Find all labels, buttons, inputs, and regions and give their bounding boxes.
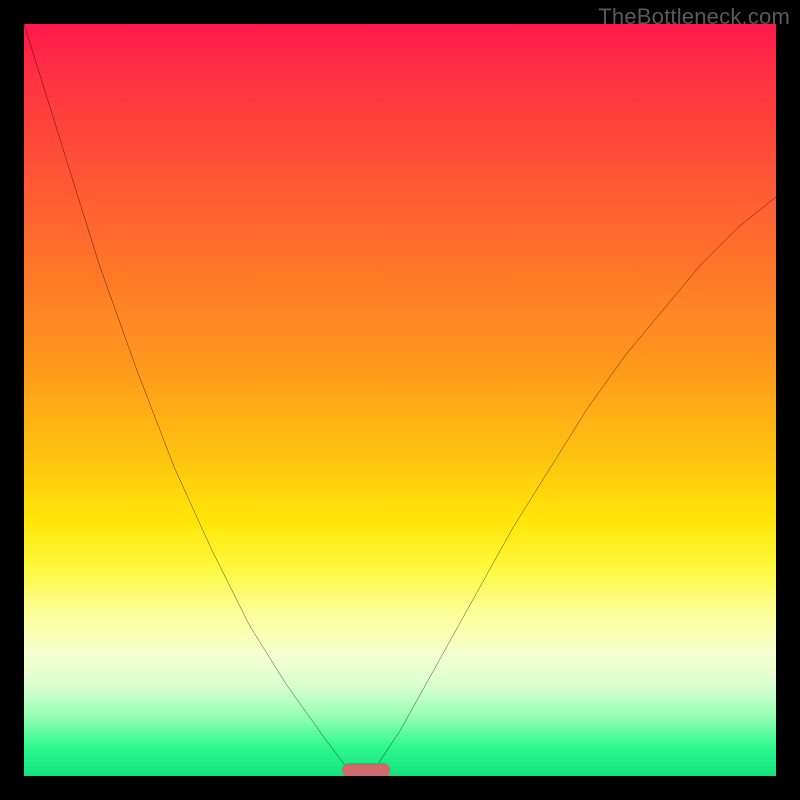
- curve-path: [24, 24, 776, 776]
- optimal-range-marker: [342, 763, 390, 776]
- bottleneck-curve: [24, 24, 776, 776]
- chart-frame: TheBottleneck.com: [0, 0, 800, 800]
- plot-area: [24, 24, 776, 776]
